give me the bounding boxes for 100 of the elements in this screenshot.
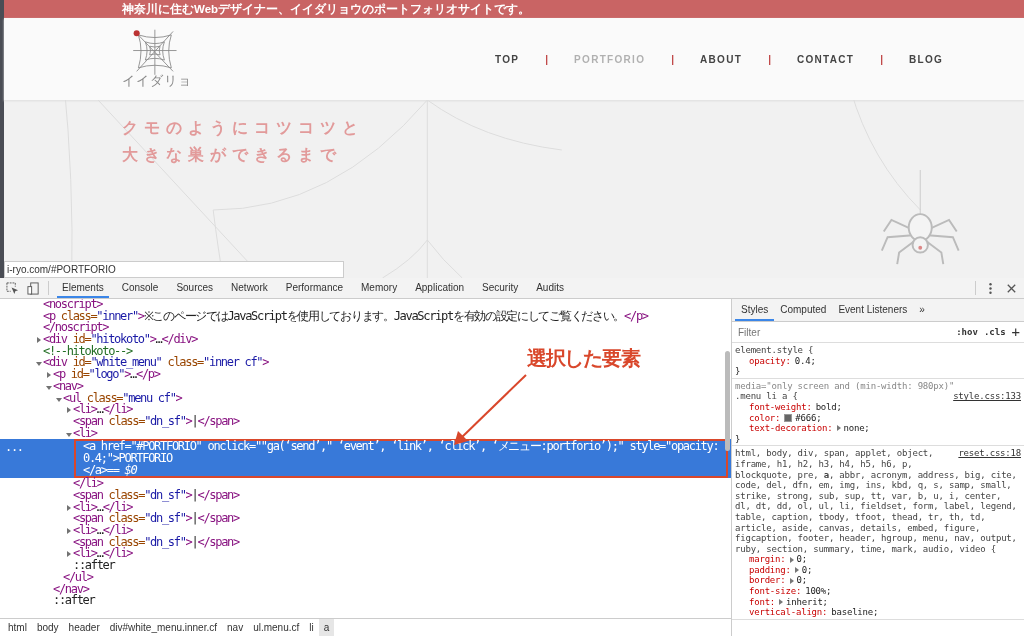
expanded-triangle-icon[interactable] bbox=[56, 395, 62, 401]
more-tabs-button[interactable]: » bbox=[913, 299, 931, 321]
media-query: media="only screen and (min-width: 980px)" bbox=[735, 380, 956, 392]
dom-markup: <li>…</li> bbox=[73, 404, 133, 416]
breadcrumb[interactable]: div#white_menu.inner.cf bbox=[104, 619, 223, 636]
collapsed-triangle-icon[interactable] bbox=[66, 407, 71, 414]
devtools-tab[interactable]: Audits bbox=[531, 278, 569, 298]
scrollbar-thumb[interactable] bbox=[725, 351, 730, 451]
banner-text: 神奈川に住むWebデザイナー、イイダリョウのポートフォリオサイトです。 bbox=[122, 1, 531, 17]
breadcrumb[interactable]: html bbox=[3, 619, 32, 636]
dom-markup: <p id="logo">…</p> bbox=[53, 369, 160, 381]
status-url: i-ryo.com/#PORTFORIO bbox=[4, 261, 344, 278]
css-selector: .menu li a { bbox=[735, 391, 798, 402]
breadcrumb[interactable]: li bbox=[304, 619, 319, 636]
css-value[interactable]: 0.4; bbox=[794, 355, 816, 367]
collapsed-triangle-icon[interactable] bbox=[46, 372, 51, 379]
css-selector: table, caption, tbody, tfoot, thead, tr, th, td, bbox=[735, 511, 986, 523]
styles-tab[interactable]: Computed bbox=[774, 299, 833, 321]
source-link[interactable]: reset.css:18 bbox=[958, 448, 1021, 459]
expanded-triangle-icon[interactable] bbox=[36, 360, 42, 366]
hover-state-button[interactable]: :hov bbox=[956, 327, 978, 337]
collapsed-triangle-icon[interactable] bbox=[66, 504, 71, 511]
devtools-tab[interactable]: Sources bbox=[171, 278, 219, 298]
gutter-mark[interactable]: ... bbox=[5, 441, 23, 454]
dom-row[interactable]: <noscript> bbox=[0, 299, 103, 311]
color-swatch[interactable] bbox=[784, 413, 793, 422]
dom-row[interactable]: <li> bbox=[0, 427, 97, 440]
dom-markup: <div id="hitokoto">…</div> bbox=[43, 334, 198, 346]
breadcrumb[interactable]: body bbox=[31, 619, 64, 636]
expand-triangle-icon[interactable] bbox=[789, 556, 794, 563]
expand-triangle-icon[interactable] bbox=[779, 598, 784, 605]
breadcrumb[interactable]: header bbox=[63, 619, 105, 636]
devtools-tab[interactable]: Elements bbox=[57, 278, 109, 298]
css-value[interactable]: #666; bbox=[795, 412, 822, 424]
css-property[interactable]: font-size: bbox=[749, 586, 802, 597]
dom-row[interactable]: <p id="logo">…</p> bbox=[0, 369, 160, 381]
closing-brace: } bbox=[735, 433, 742, 445]
new-rule-button[interactable]: + bbox=[1011, 324, 1020, 340]
css-value[interactable]: 0; bbox=[796, 575, 807, 587]
css-property[interactable]: font: bbox=[749, 596, 776, 608]
devtools-tab[interactable]: Performance bbox=[280, 278, 348, 298]
css-value[interactable]: baseline; bbox=[831, 607, 879, 618]
devtools-tab[interactable]: Console bbox=[116, 278, 164, 298]
expanded-triangle-icon[interactable] bbox=[66, 430, 72, 436]
css-value[interactable]: inherit; bbox=[786, 596, 828, 608]
css-property[interactable]: opacity: bbox=[749, 355, 791, 367]
collapsed-triangle-icon[interactable] bbox=[66, 551, 71, 558]
devtools-tab[interactable]: Application bbox=[410, 278, 470, 298]
dom-row[interactable]: <li>…</li> bbox=[0, 501, 133, 514]
css-value[interactable]: 0; bbox=[796, 554, 807, 565]
dom-row[interactable]: </ul> bbox=[0, 571, 93, 584]
source-link[interactable]: style.css:133 bbox=[953, 391, 1021, 402]
breadcrumb[interactable]: nav bbox=[222, 619, 249, 636]
css-property[interactable]: margin: bbox=[749, 554, 786, 565]
css-property[interactable]: vertical-align: bbox=[749, 607, 828, 618]
dom-row[interactable]: </li> bbox=[0, 478, 103, 491]
styles-tab[interactable]: Styles bbox=[735, 299, 775, 321]
css-value[interactable]: bold; bbox=[815, 401, 842, 413]
class-button[interactable]: .cls bbox=[983, 327, 1006, 337]
expanded-triangle-icon[interactable] bbox=[46, 383, 52, 389]
dom-markup: </li> bbox=[73, 478, 103, 491]
css-selector: dl, dt, dd, ol, ul, li, fieldset, form, label, legend, bbox=[735, 501, 1017, 512]
device-toolbar-icon[interactable] bbox=[27, 281, 40, 295]
inspect-element-icon[interactable] bbox=[6, 281, 19, 295]
devtools-tab[interactable]: Memory bbox=[356, 278, 403, 298]
collapsed-triangle-icon[interactable] bbox=[36, 337, 41, 344]
expand-triangle-icon[interactable] bbox=[836, 425, 841, 432]
expand-triangle-icon[interactable] bbox=[794, 567, 799, 574]
dom-row[interactable]: <li>…</li> bbox=[0, 525, 133, 537]
css-property[interactable]: border: bbox=[749, 575, 786, 587]
collapsed-triangle-icon[interactable] bbox=[66, 528, 71, 535]
css-property[interactable]: color: bbox=[749, 412, 781, 424]
dom-row[interactable]: <nav> bbox=[0, 380, 83, 393]
dom-markup: <li> bbox=[73, 427, 97, 440]
devtools-tab[interactable]: Security bbox=[477, 278, 524, 298]
dom-row[interactable]: <span class="dn_sf">|</span> bbox=[0, 415, 239, 428]
css-property[interactable]: padding: bbox=[749, 564, 791, 576]
css-property[interactable]: text-decoration: bbox=[749, 423, 833, 434]
nav-link[interactable]: CONTACT bbox=[796, 53, 855, 65]
css-value[interactable]: 0; bbox=[801, 564, 813, 576]
dom-markup: <nav> bbox=[53, 380, 83, 393]
devtools-tab[interactable]: Network bbox=[226, 278, 273, 298]
dom-row[interactable]: <div id="hitokoto">…</div> bbox=[0, 334, 198, 346]
nav-link[interactable]: TOP bbox=[495, 53, 520, 65]
dom-row[interactable]: </nav> bbox=[0, 583, 89, 596]
dom-markup: <noscript> bbox=[43, 299, 103, 311]
dom-row[interactable]: <span class="dn_sf">|</span> bbox=[0, 490, 239, 502]
styles-tab[interactable]: Event Listeners bbox=[832, 299, 914, 321]
logo-text[interactable]: イイダリョ bbox=[122, 72, 192, 90]
css-value[interactable]: none; bbox=[843, 423, 870, 434]
breadcrumb[interactable]: a bbox=[318, 619, 335, 636]
dom-row[interactable]: <li>…</li> bbox=[0, 404, 133, 416]
nav-link[interactable]: BLOG bbox=[909, 53, 944, 65]
breadcrumb[interactable]: ul.menu.cf bbox=[248, 619, 305, 636]
dom-row[interactable]: ::after bbox=[0, 560, 115, 572]
css-property[interactable]: font-weight: bbox=[749, 401, 812, 413]
expand-triangle-icon[interactable] bbox=[789, 577, 794, 584]
dom-row[interactable]: ::after bbox=[0, 595, 95, 607]
css-value[interactable]: 100%; bbox=[805, 586, 832, 597]
nav-link[interactable]: ABOUT bbox=[700, 53, 743, 65]
